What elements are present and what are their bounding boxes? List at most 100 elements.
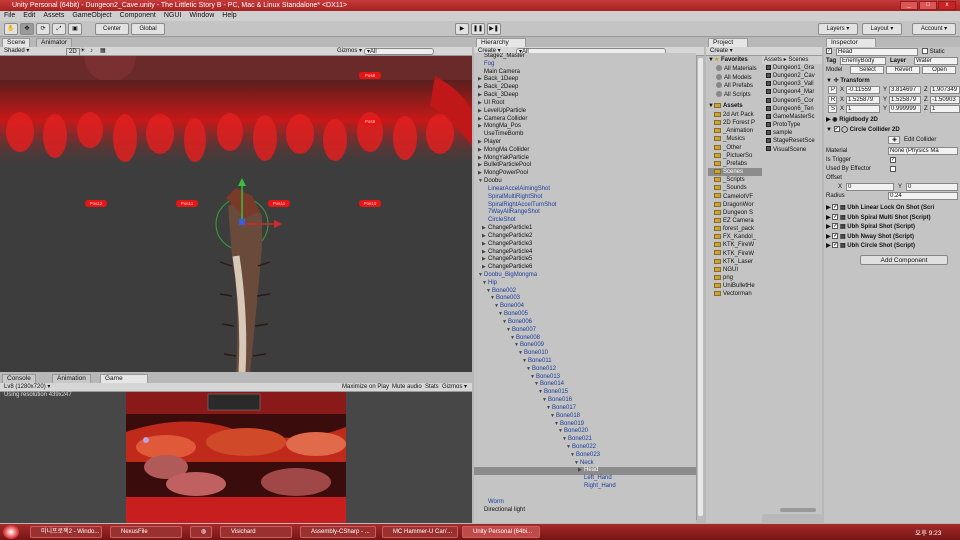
hierarchy-item[interactable]: Worm bbox=[474, 499, 696, 507]
hierarchy-item[interactable]: 7WayAllRangeShot bbox=[474, 209, 696, 217]
rotate-tool-icon[interactable]: ⟳ bbox=[36, 23, 50, 35]
hierarchy-item[interactable]: ▶ MongMa_Pos bbox=[474, 123, 696, 131]
menu-file[interactable]: File bbox=[0, 11, 19, 21]
tab-console[interactable]: Console bbox=[2, 374, 36, 383]
script-enabled-checkbox[interactable]: ✓ bbox=[832, 232, 839, 239]
rect-tool-icon[interactable]: ▣ bbox=[68, 23, 82, 35]
hierarchy-scroll-thumb[interactable] bbox=[698, 58, 703, 516]
global-local-button[interactable]: Global bbox=[131, 23, 165, 35]
project-folder[interactable]: _Animation bbox=[708, 127, 762, 135]
project-folder[interactable]: FX_Kandol_ bbox=[708, 233, 762, 241]
transform-x-field[interactable]: -0.11559 bbox=[846, 86, 880, 94]
radius-field[interactable]: 0.24 bbox=[888, 192, 958, 200]
tab-scene[interactable]: Scene bbox=[2, 38, 31, 47]
script-component-header[interactable]: ▶ ✓ ▤ Ubh Spiral Multi Shot (Script) bbox=[826, 213, 960, 223]
hierarchy-item[interactable]: ▼Bone013 bbox=[474, 374, 696, 382]
scene-file[interactable]: StageResetSce bbox=[766, 137, 822, 145]
tab-game[interactable]: Game bbox=[100, 374, 148, 383]
hierarchy-item[interactable]: ▶ Camera Collider bbox=[474, 116, 696, 124]
project-folder[interactable]: Scenes bbox=[708, 168, 762, 177]
hierarchy-item[interactable]: ▼Bone022 bbox=[474, 444, 696, 452]
hierarchy-item[interactable]: ▼Bone014 bbox=[474, 381, 696, 389]
task-assembly[interactable]: Assembly-CSharp - ... bbox=[300, 526, 376, 538]
transform-key[interactable]: P bbox=[828, 86, 837, 94]
start-icon[interactable] bbox=[3, 525, 19, 539]
hierarchy-item[interactable]: ▼Bone018 bbox=[474, 413, 696, 421]
object-active-checkbox[interactable]: ✓ bbox=[826, 48, 832, 55]
project-folder[interactable]: KTK_FireW bbox=[708, 241, 762, 249]
project-folder[interactable]: EZ Camera bbox=[708, 217, 762, 225]
scene-file[interactable]: Dungeon1_Gra bbox=[766, 64, 822, 72]
hierarchy-item[interactable]: ▶ ChangeParticle4 bbox=[474, 249, 696, 257]
task-unity[interactable]: Unity Personal (64bi... bbox=[462, 526, 540, 538]
hierarchy-item[interactable]: ▶ UI Root bbox=[474, 100, 696, 108]
resolution-dropdown[interactable]: Lv8 (1280x720) ▾ bbox=[4, 383, 50, 392]
static-toggle[interactable]: Static bbox=[922, 48, 945, 57]
project-folder[interactable]: _PictuerSo bbox=[708, 152, 762, 160]
tab-hierarchy[interactable]: Hierarchy bbox=[476, 38, 526, 47]
tab-project[interactable]: Project bbox=[708, 38, 748, 47]
hierarchy-item[interactable]: ▶ ChangeParticle3 bbox=[474, 241, 696, 249]
project-folder[interactable]: _Other bbox=[708, 144, 762, 152]
transform-y-field[interactable]: 1.525879 bbox=[889, 95, 921, 104]
model-select-button[interactable]: Select bbox=[850, 66, 884, 74]
game-viewport[interactable]: Using resolution 439x247 bbox=[0, 392, 472, 523]
transform-x-field[interactable]: 1 bbox=[846, 105, 880, 113]
script-enabled-checkbox[interactable]: ✓ bbox=[832, 204, 839, 211]
collider-enabled-checkbox[interactable]: ✓ bbox=[833, 126, 840, 133]
collider-header[interactable]: ▼ ✓ ◯ Circle Collider 2D bbox=[826, 126, 960, 135]
project-folder[interactable]: _Sounds bbox=[708, 184, 762, 192]
hierarchy-item[interactable]: Fog bbox=[474, 61, 696, 69]
breadcrumb-scenes[interactable]: Scenes bbox=[788, 57, 808, 63]
project-folder[interactable]: 2D Forest P bbox=[708, 119, 762, 127]
hierarchy-item[interactable]: Main Camera bbox=[474, 69, 696, 77]
edit-collider-icon[interactable]: ◈ bbox=[888, 136, 900, 144]
scene-file[interactable]: Dungeon5_Cor bbox=[766, 97, 822, 105]
scene-file[interactable]: ProtoType bbox=[766, 121, 822, 129]
tab-inspector[interactable]: Inspector bbox=[826, 38, 876, 47]
lighting-icon[interactable]: ☀ bbox=[80, 47, 85, 56]
task-nexusfile[interactable]: NexusFile bbox=[110, 526, 182, 538]
project-folder[interactable]: DragonWor bbox=[708, 201, 762, 209]
hierarchy-item[interactable]: ▼Bone021 bbox=[474, 436, 696, 444]
hierarchy-item[interactable]: ▼Bone002 bbox=[474, 288, 696, 296]
hierarchy-scrollbar[interactable] bbox=[696, 56, 704, 520]
project-folder[interactable]: NGUI bbox=[708, 266, 762, 274]
task-visichard[interactable]: Visichard bbox=[220, 526, 292, 538]
hierarchy-item[interactable]: ▼Bone016 bbox=[474, 397, 696, 405]
object-name-field[interactable]: Head bbox=[836, 48, 918, 56]
hierarchy-item[interactable]: ▶ ChangeParticle2 bbox=[474, 233, 696, 241]
minimize-button[interactable]: _ bbox=[900, 1, 918, 10]
task-explorer[interactable]: 미니프로젝2 - Windo... bbox=[30, 526, 102, 538]
hierarchy-item[interactable]: SpiralMultiRightShot bbox=[474, 194, 696, 202]
script-enabled-checkbox[interactable]: ✓ bbox=[832, 223, 839, 230]
transform-key[interactable]: R bbox=[828, 95, 837, 104]
favorite-item[interactable]: All Models bbox=[716, 73, 752, 82]
close-button[interactable]: x bbox=[938, 1, 956, 10]
hierarchy-item[interactable]: ▶ MongPowerPool bbox=[474, 170, 696, 178]
hierarchy-item[interactable]: ▼Bone010 bbox=[474, 350, 696, 358]
hierarchy-item[interactable]: ▼Bone019 bbox=[474, 421, 696, 429]
effects-icon[interactable]: ▦ bbox=[100, 47, 106, 56]
account-dropdown[interactable]: Account ▾ bbox=[912, 23, 956, 35]
offset-x-field[interactable]: 0 bbox=[846, 183, 894, 191]
transform-x-field[interactable]: 1.525879 bbox=[846, 95, 880, 104]
pause-icon[interactable]: ❚❚ bbox=[471, 23, 485, 35]
offset-y-field[interactable]: 0 bbox=[906, 183, 958, 191]
step-icon[interactable]: ▶❚ bbox=[487, 23, 501, 35]
model-revert-button[interactable]: Revert bbox=[886, 66, 920, 74]
menu-assets[interactable]: Assets bbox=[39, 11, 68, 21]
play-icon[interactable]: ▶ bbox=[455, 23, 469, 35]
maximize-button[interactable]: □ bbox=[919, 1, 937, 10]
assets-header[interactable]: ▼ Assets bbox=[708, 102, 743, 110]
project-folder[interactable]: _Musics bbox=[708, 135, 762, 143]
hierarchy-item[interactable]: ▼Bone023 bbox=[474, 452, 696, 460]
stats-toggle[interactable]: Stats bbox=[425, 383, 439, 392]
maximize-on-play-toggle[interactable]: Maximize on Play bbox=[342, 383, 389, 392]
layer-dropdown[interactable]: Water bbox=[914, 57, 958, 65]
menu-gameobject[interactable]: GameObject bbox=[68, 11, 115, 21]
hierarchy-item[interactable]: ▼Bone020 bbox=[474, 428, 696, 436]
layout-dropdown[interactable]: Layout ▾ bbox=[862, 23, 902, 35]
project-folder[interactable]: _Scripts bbox=[708, 176, 762, 184]
hierarchy-item[interactable]: CircleShot bbox=[474, 217, 696, 225]
